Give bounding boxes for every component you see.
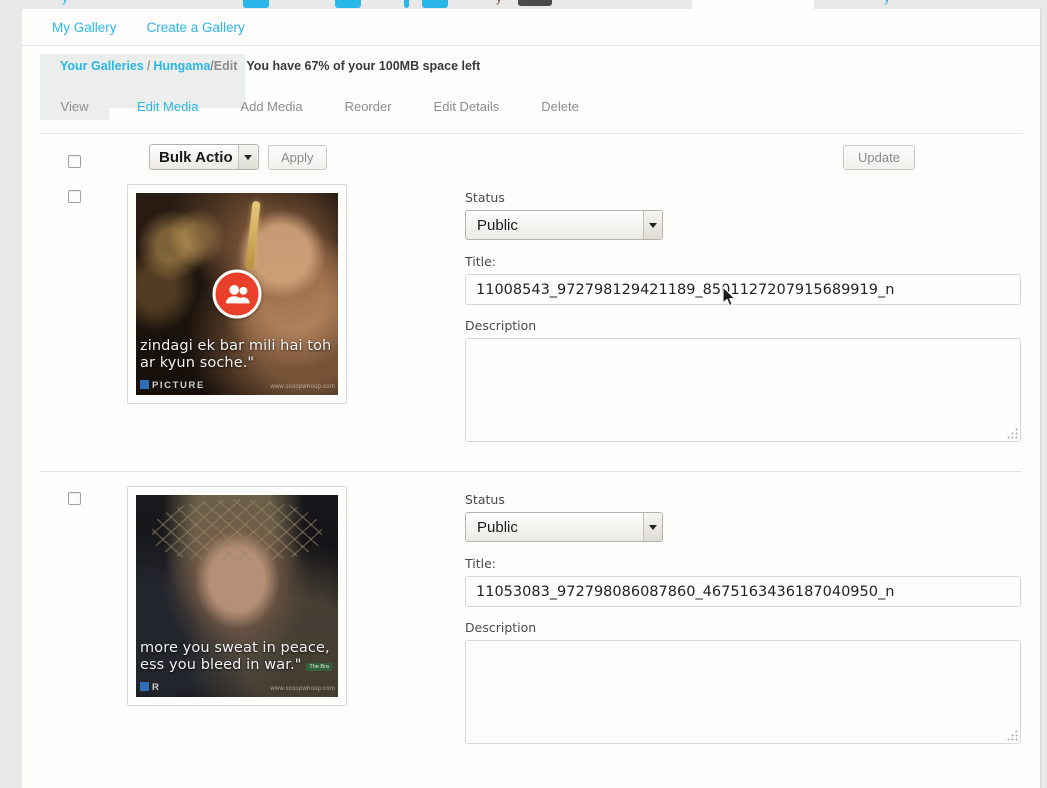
media-thumbnail-frame[interactable]: more you sweat in peace, ess you bleed i… bbox=[127, 486, 347, 706]
select-all-checkbox[interactable] bbox=[68, 155, 81, 168]
topnav-link-left[interactable]: y bbox=[62, 0, 68, 5]
tab-delete[interactable]: Delete bbox=[527, 93, 593, 120]
topnav-tab-label[interactable]: y bbox=[496, 0, 502, 5]
update-button[interactable]: Update bbox=[843, 145, 915, 170]
status-field-group: Status Public Private bbox=[465, 190, 1021, 240]
breadcrumb-gallery-name[interactable]: Hungama bbox=[153, 59, 210, 73]
topnav-pill-1[interactable] bbox=[243, 0, 269, 8]
status-select[interactable]: Public Private bbox=[465, 512, 663, 542]
tab-spacer bbox=[513, 93, 527, 120]
media-thumbnail[interactable]: zindagi ek bar mili hai toh ar kyun soch… bbox=[136, 193, 338, 395]
bulk-action-select[interactable]: Bulk Action Delete bbox=[149, 144, 259, 170]
title-input[interactable] bbox=[465, 576, 1021, 607]
breadcrumb-separator: / bbox=[146, 59, 151, 73]
topnav-pill-4[interactable] bbox=[422, 0, 448, 8]
description-label: Description bbox=[465, 318, 537, 333]
breadcrumb-area: Your Galleries / Hungama/Edit You have 67% … bbox=[22, 46, 1040, 108]
title-input[interactable] bbox=[465, 274, 1021, 305]
topnav-pill-3[interactable] bbox=[404, 0, 409, 8]
tab-view[interactable]: View bbox=[40, 93, 109, 120]
media-thumbnail-frame[interactable]: zindagi ek bar mili hai toh ar kyun soch… bbox=[127, 184, 347, 404]
top-navigation-strip: y y y bbox=[0, 0, 1047, 9]
tab-reorder[interactable]: Reorder bbox=[331, 93, 406, 120]
status-field-group: Status Public Private bbox=[465, 492, 1021, 542]
status-select[interactable]: Public Private bbox=[465, 210, 663, 240]
title-field-group: Title: bbox=[465, 254, 1021, 305]
tab-spacer bbox=[212, 93, 226, 120]
title-label: Title: bbox=[465, 254, 496, 269]
topnav-pill-2[interactable] bbox=[335, 0, 361, 8]
apply-button[interactable]: Apply bbox=[268, 145, 327, 170]
tab-spacer bbox=[109, 93, 123, 120]
topnav-active-tab[interactable] bbox=[692, 0, 814, 9]
gallery-tabs: View Edit Media Add Media Reorder Edit D… bbox=[22, 93, 1040, 120]
divider-between-rows bbox=[40, 471, 1022, 472]
media-row: more you sweat in peace, ess you bleed i… bbox=[22, 486, 1040, 771]
nav-create-a-gallery[interactable]: Create a Gallery bbox=[147, 20, 245, 35]
tab-edit-media[interactable]: Edit Media bbox=[123, 93, 212, 120]
status-select-wrap: Public Private bbox=[465, 210, 663, 240]
media-row-checkbox[interactable] bbox=[68, 492, 81, 505]
tab-spacer bbox=[406, 93, 420, 120]
media-form: Status Public Private Title: Description bbox=[465, 190, 1021, 447]
status-select-wrap: Public Private bbox=[465, 512, 663, 542]
topnav-dark-button[interactable] bbox=[518, 0, 552, 6]
title-field-group: Title: bbox=[465, 556, 1021, 607]
description-field-group: Description bbox=[465, 318, 1021, 447]
breadcrumb-current: /Edit bbox=[210, 59, 238, 73]
storage-quota-text: You have 67% of your 100MB space left bbox=[246, 59, 481, 73]
thumbnail-badge: The Bra bbox=[306, 663, 332, 671]
breadcrumb-your-galleries[interactable]: Your Galleries bbox=[60, 59, 144, 73]
gallery-navigation: My Gallery Create a Gallery bbox=[22, 9, 1040, 46]
description-textarea[interactable] bbox=[465, 640, 1021, 744]
media-row: zindagi ek bar mili hai toh ar kyun soch… bbox=[22, 184, 1040, 469]
title-label: Title: bbox=[465, 556, 496, 571]
description-wrap bbox=[465, 338, 1021, 442]
status-label: Status bbox=[465, 492, 505, 507]
media-row-checkbox[interactable] bbox=[68, 190, 81, 203]
topnav-link-right[interactable]: y bbox=[884, 0, 890, 5]
tab-edit-details[interactable]: Edit Details bbox=[420, 93, 514, 120]
bulk-action-bar: Bulk Action Delete Apply Update bbox=[22, 134, 1040, 184]
tab-add-media[interactable]: Add Media bbox=[226, 93, 316, 120]
page-container: My Gallery Create a Gallery Your Galleri… bbox=[22, 9, 1041, 788]
description-field-group: Description bbox=[465, 620, 1021, 749]
description-label: Description bbox=[465, 620, 537, 635]
status-label: Status bbox=[465, 190, 505, 205]
breadcrumb: Your Galleries / Hungama/Edit You have 67% … bbox=[40, 60, 1040, 73]
tab-spacer bbox=[317, 93, 331, 120]
description-wrap bbox=[465, 640, 1021, 744]
nav-my-gallery[interactable]: My Gallery bbox=[52, 20, 117, 35]
media-form: Status Public Private Title: Description bbox=[465, 492, 1021, 749]
people-tag-icon[interactable] bbox=[212, 269, 262, 319]
media-thumbnail[interactable]: more you sweat in peace, ess you bleed i… bbox=[136, 495, 338, 697]
description-textarea[interactable] bbox=[465, 338, 1021, 442]
